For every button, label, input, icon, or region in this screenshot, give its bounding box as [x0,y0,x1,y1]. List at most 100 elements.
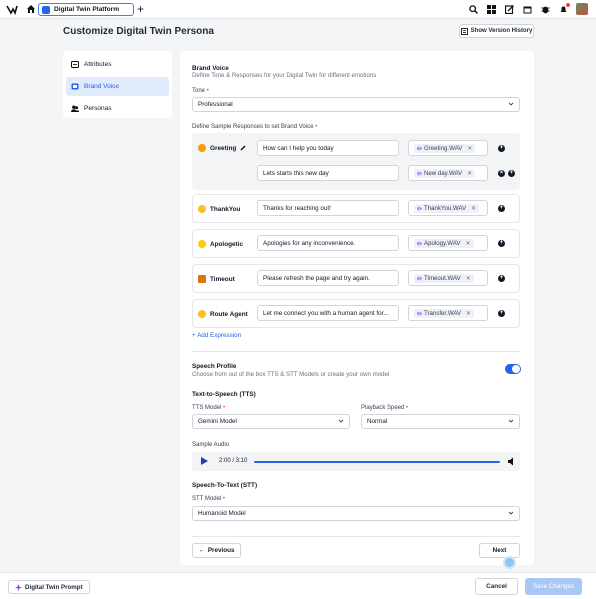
response-input[interactable]: Let me connect you with a human agent fo… [257,305,399,321]
sidebar-item-personas[interactable]: Personas [66,99,169,118]
stt-model-label: STT Model • [192,496,226,502]
brand-voice-subtitle: Define Tone & Responses for your Digital… [192,72,377,79]
cancel-button[interactable]: Cancel [475,578,518,595]
sidebar-item-brand-voice[interactable]: Brand Voice [66,77,169,96]
pencil-icon[interactable] [240,145,246,151]
notification-bell-icon[interactable] [558,2,570,15]
waveform-icon [417,171,422,175]
chevron-down-icon [508,102,514,106]
tone-select[interactable]: Professional [192,97,520,112]
add-response-button[interactable]: + [508,170,515,177]
wave-emoji-icon [198,144,206,152]
tts-title: Text-to-Speech (TTS) [192,391,256,398]
tone-label: Tone • [192,88,209,94]
remove-audio-icon[interactable]: ✕ [466,275,471,282]
sidebar-item-label: Personas [84,105,112,112]
stt-model-select[interactable]: Humanoid Model [192,506,520,521]
sad-face-emoji-icon [198,240,206,248]
audio-attachment: New day.WAV ✕ [408,165,488,181]
chevron-down-icon [508,419,514,423]
speech-profile-toggle[interactable] [505,364,521,374]
audio-chip: Transfer.WAV ✕ [414,308,475,318]
response-input[interactable]: Please refresh the page and try again. [257,270,399,286]
edit-icon[interactable] [504,4,515,15]
sidebar-item-label: Brand Voice [84,83,120,90]
volume-icon[interactable] [507,457,516,466]
add-response-button[interactable]: + [498,205,505,212]
section-divider [192,536,520,537]
speech-profile-subtitle: Choose from out of the box TTS & STT Mod… [192,371,390,378]
add-response-button[interactable]: + [498,145,505,152]
praying-hands-emoji-icon [198,205,206,213]
assistant-bubble-icon[interactable] [503,556,516,569]
brand-voice-title: Brand Voice [192,65,229,72]
app-logo-icon[interactable] [6,4,18,15]
remove-audio-icon[interactable]: ✕ [471,205,476,212]
remove-audio-icon[interactable]: ✕ [466,310,471,317]
playback-speed-select[interactable]: Normal [361,414,520,429]
audio-attachment: ThankYou.WAV ✕ [408,200,488,216]
hand-emoji-icon [198,310,206,318]
home-icon[interactable] [26,4,36,14]
digital-twin-prompt-button[interactable]: Digital Twin Prompt [8,580,90,594]
response-input[interactable]: How can I help you today [257,140,399,156]
chat-icon [71,83,79,91]
emotion-timeout: Timeout [198,275,235,283]
waveform-icon [417,206,422,210]
audio-attachment: Greeting.WAV ✕ [408,140,488,156]
sample-audio-label: Sample Audio [192,442,230,448]
previous-button[interactable]: ← Previous [192,543,241,558]
emotion-label: ThankYou [210,205,241,213]
response-input[interactable]: Apologies for any inconvenience. [257,235,399,251]
remove-response-button[interactable]: × [498,170,505,177]
save-changes-button[interactable]: Save Changes [525,578,582,595]
history-icon [460,27,468,35]
remove-audio-icon[interactable]: ✕ [465,240,470,247]
grid-icon[interactable] [486,4,497,15]
audio-attachment: Apology.WAV ✕ [408,235,488,251]
prompt-label: Digital Twin Prompt [25,583,83,591]
next-label: Next [492,547,507,554]
response-input[interactable]: Lets starts this new day [257,165,399,181]
stt-model-value: Humanoid Model [198,510,246,517]
add-response-button[interactable]: + [498,240,505,247]
emotion-label: Route Agent [210,310,248,318]
add-response-button[interactable]: + [498,310,505,317]
audio-chip: Greeting.WAV ✕ [414,143,476,153]
sidebar-item-label: Attributes [84,61,112,68]
emotion-greeting: Greeting [198,144,246,152]
people-icon [71,105,79,113]
remove-audio-icon[interactable]: ✕ [467,170,472,177]
top-bar: Digital Twin Platform + [0,0,596,19]
calendar-icon[interactable] [522,4,533,15]
tts-model-select[interactable]: Gemini Model [192,414,350,429]
show-version-history-button[interactable]: Show Version History [459,24,534,38]
user-avatar[interactable] [576,3,588,15]
audio-chip: New day.WAV ✕ [414,168,476,178]
emotion-label: Timeout [210,275,235,283]
play-icon[interactable] [201,457,208,465]
previous-label: Previous [207,547,235,554]
audio-chip: ThankYou.WAV ✕ [414,203,480,213]
notification-badge [566,2,570,7]
next-button[interactable]: Next [479,543,520,558]
tab-digital-twin-platform[interactable]: Digital Twin Platform [38,3,134,16]
brand-voice-card: Brand Voice Define Tone & Responses for … [180,51,534,565]
audio-attachment: Transfer.WAV ✕ [408,305,488,321]
audio-chip: Apology.WAV ✕ [414,238,474,248]
response-input[interactable]: Thanks for reaching out! [257,200,399,216]
add-expression-link[interactable]: + Add Expression [192,332,241,339]
tone-value: Professional [198,101,233,108]
waveform-icon [417,241,422,245]
add-response-button[interactable]: + [498,275,505,282]
footer-bar: Digital Twin Prompt Cancel Save Changes [0,572,596,599]
arrow-left-icon: ← [198,547,205,554]
search-icon[interactable] [468,4,479,15]
waveform-icon [417,146,422,150]
audio-progress-bar[interactable] [254,461,500,463]
platform-icon [42,5,50,14]
bug-icon[interactable] [540,4,551,15]
remove-audio-icon[interactable]: ✕ [467,145,472,152]
sidebar-item-attributes[interactable]: Attributes [66,55,169,74]
new-tab-plus-icon[interactable]: + [137,2,144,16]
